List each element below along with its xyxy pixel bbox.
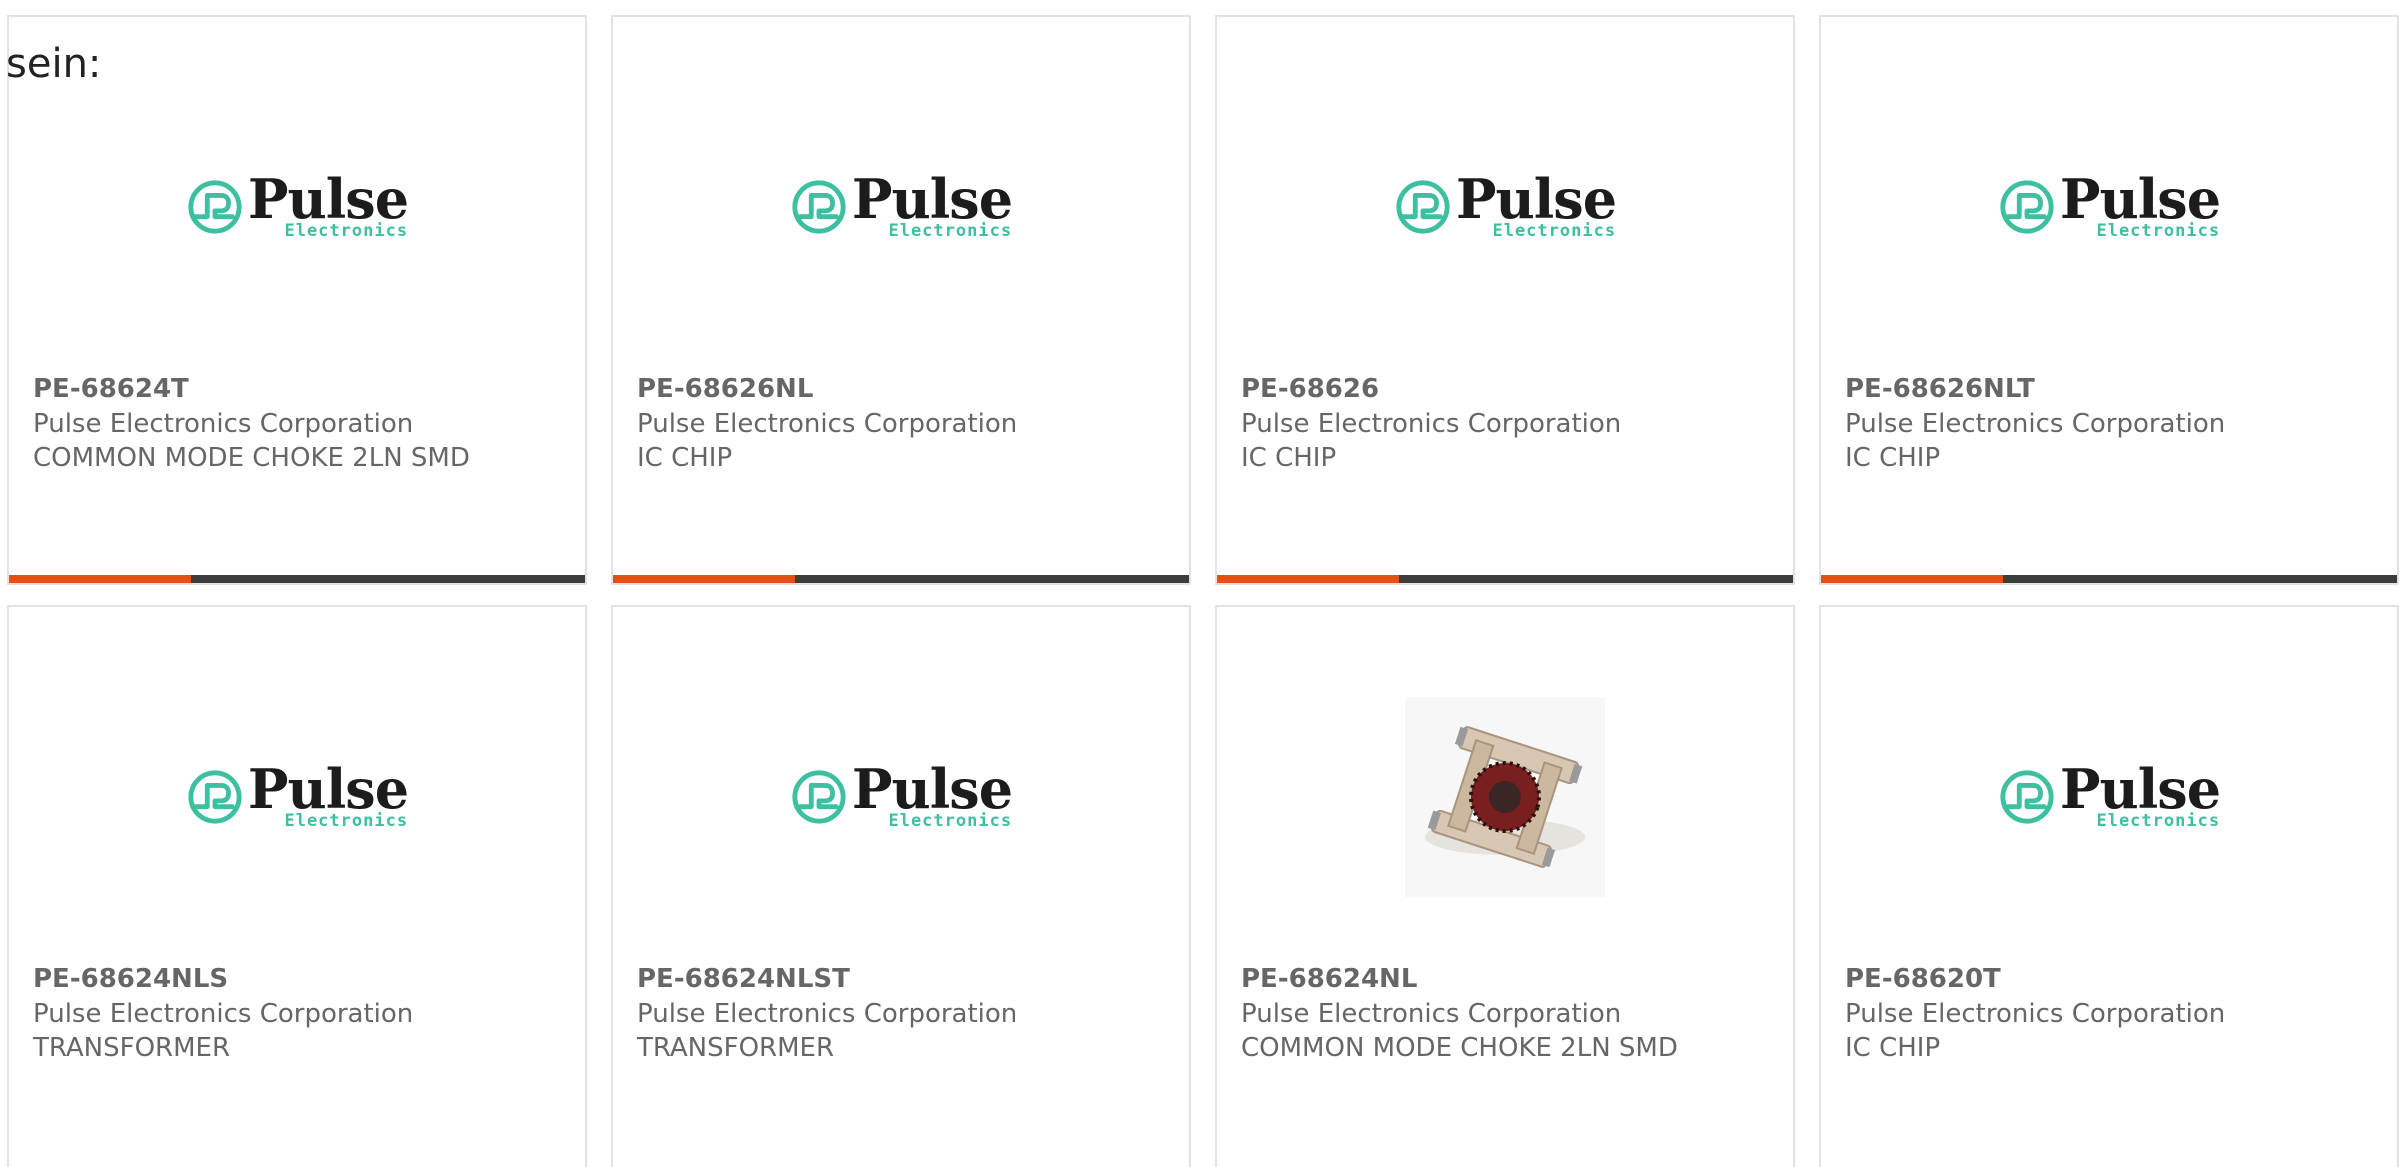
manufacturer-name: Pulse Electronics Corporation <box>1845 999 2226 1029</box>
pulse-logo-mark-icon <box>2000 770 2054 824</box>
product-description: IC CHIP <box>1845 443 1941 473</box>
pulse-electronics-logo: Pulse Electronics <box>1998 756 2221 832</box>
part-number[interactable]: PE-68626NLT <box>1845 373 2035 407</box>
manufacturer-name: Pulse Electronics Corporation <box>33 999 414 1029</box>
pulse-electronics-logo: Pulse Electronics <box>186 166 409 242</box>
logo-sub: Electronics <box>284 221 409 242</box>
choke-photo <box>1405 697 1605 897</box>
logo-sub: Electronics <box>1492 221 1617 242</box>
pulse-logo-mark-icon <box>188 770 242 824</box>
pulse-logo-mark-icon <box>1396 180 1450 234</box>
part-number[interactable]: PE-68624NL <box>1241 963 1417 997</box>
product-card[interactable]: Pulse Electronics PE-68626NLT Pulse Elect… <box>1819 15 2399 585</box>
product-description: TRANSFORMER <box>33 1033 231 1063</box>
product-grid: Pulse Electronics PE-68624T Pulse Electro… <box>0 0 2400 1167</box>
part-number[interactable]: PE-68624NLS <box>33 963 228 997</box>
manufacturer-name: Pulse Electronics Corporation <box>33 409 414 439</box>
product-description: COMMON MODE CHOKE 2LN SMD <box>1241 1033 1678 1063</box>
logo-sub: Electronics <box>2096 811 2221 832</box>
pulse-electronics-logo: Pulse Electronics <box>790 756 1013 832</box>
page: sein: Pulse Electronics PE-68624T Pulse E… <box>0 0 2400 1167</box>
logo-sub: Electronics <box>2096 221 2221 242</box>
manufacturer-name: Pulse Electronics Corporation <box>1241 409 1622 439</box>
product-image: Pulse Electronics <box>613 77 1189 337</box>
manufacturer-name: Pulse Electronics Corporation <box>1241 999 1622 1029</box>
pulse-electronics-logo: Pulse Electronics <box>790 166 1013 242</box>
pulse-logo-mark-icon <box>792 180 846 234</box>
product-card[interactable]: Pulse Electronics PE-68620T Pulse Electro… <box>1819 605 2399 1167</box>
logo-word: Pulse <box>2059 756 2221 821</box>
card-footer-accent <box>9 575 191 583</box>
product-image: Pulse Electronics <box>9 667 585 927</box>
product-image: Pulse Electronics <box>9 77 585 337</box>
logo-word: Pulse <box>851 166 1013 231</box>
pulse-electronics-logo: Pulse Electronics <box>1998 166 2221 242</box>
part-number[interactable]: PE-68626 <box>1241 373 1379 407</box>
manufacturer-name: Pulse Electronics Corporation <box>1845 409 2226 439</box>
logo-word: Pulse <box>247 166 409 231</box>
card-footer-bar <box>9 575 585 583</box>
logo-word: Pulse <box>2059 166 2221 231</box>
product-card[interactable]: Pulse Electronics PE-68624NLS Pulse Elect… <box>7 605 587 1167</box>
logo-word: Pulse <box>1455 166 1617 231</box>
part-number[interactable]: PE-68624NLST <box>637 963 850 997</box>
card-footer-bar <box>613 575 1189 583</box>
intro-text: sein: <box>6 41 102 87</box>
product-image <box>1217 667 1793 927</box>
product-image: Pulse Electronics <box>613 667 1189 927</box>
pulse-logo-mark-icon <box>188 180 242 234</box>
logo-sub: Electronics <box>284 811 409 832</box>
logo-word: Pulse <box>247 756 409 821</box>
part-number[interactable]: PE-68624T <box>33 373 189 407</box>
logo-sub: Electronics <box>888 811 1013 832</box>
part-number[interactable]: PE-68626NL <box>637 373 813 407</box>
product-description: IC CHIP <box>1845 1033 1941 1063</box>
logo-word: Pulse <box>851 756 1013 821</box>
product-card[interactable]: Pulse Electronics PE-68624NLST Pulse Elec… <box>611 605 1191 1167</box>
manufacturer-name: Pulse Electronics Corporation <box>637 999 1018 1029</box>
product-card[interactable]: Pulse Electronics PE-68624T Pulse Electro… <box>7 15 587 585</box>
pulse-logo-mark-icon <box>792 770 846 824</box>
product-card[interactable]: Pulse Electronics PE-68626NL Pulse Electr… <box>611 15 1191 585</box>
card-footer-accent <box>613 575 795 583</box>
pulse-electronics-logo: Pulse Electronics <box>1394 166 1617 242</box>
product-description: TRANSFORMER <box>637 1033 835 1063</box>
logo-sub: Electronics <box>888 221 1013 242</box>
card-footer-bar <box>1821 575 2397 583</box>
product-image: Pulse Electronics <box>1821 77 2397 337</box>
manufacturer-name: Pulse Electronics Corporation <box>637 409 1018 439</box>
product-description: COMMON MODE CHOKE 2LN SMD <box>33 443 470 473</box>
product-description: IC CHIP <box>1241 443 1337 473</box>
part-number[interactable]: PE-68620T <box>1845 963 2001 997</box>
product-description: IC CHIP <box>637 443 733 473</box>
product-image: Pulse Electronics <box>1821 667 2397 927</box>
product-card[interactable]: PE-68624NL Pulse Electronics Corporation C… <box>1215 605 1795 1167</box>
pulse-electronics-logo: Pulse Electronics <box>186 756 409 832</box>
card-footer-accent <box>1821 575 2003 583</box>
product-image: Pulse Electronics <box>1217 77 1793 337</box>
card-footer-accent <box>1217 575 1399 583</box>
pulse-logo-mark-icon <box>2000 180 2054 234</box>
card-footer-bar <box>1217 575 1793 583</box>
product-card[interactable]: Pulse Electronics PE-68626 Pulse Electron… <box>1215 15 1795 585</box>
